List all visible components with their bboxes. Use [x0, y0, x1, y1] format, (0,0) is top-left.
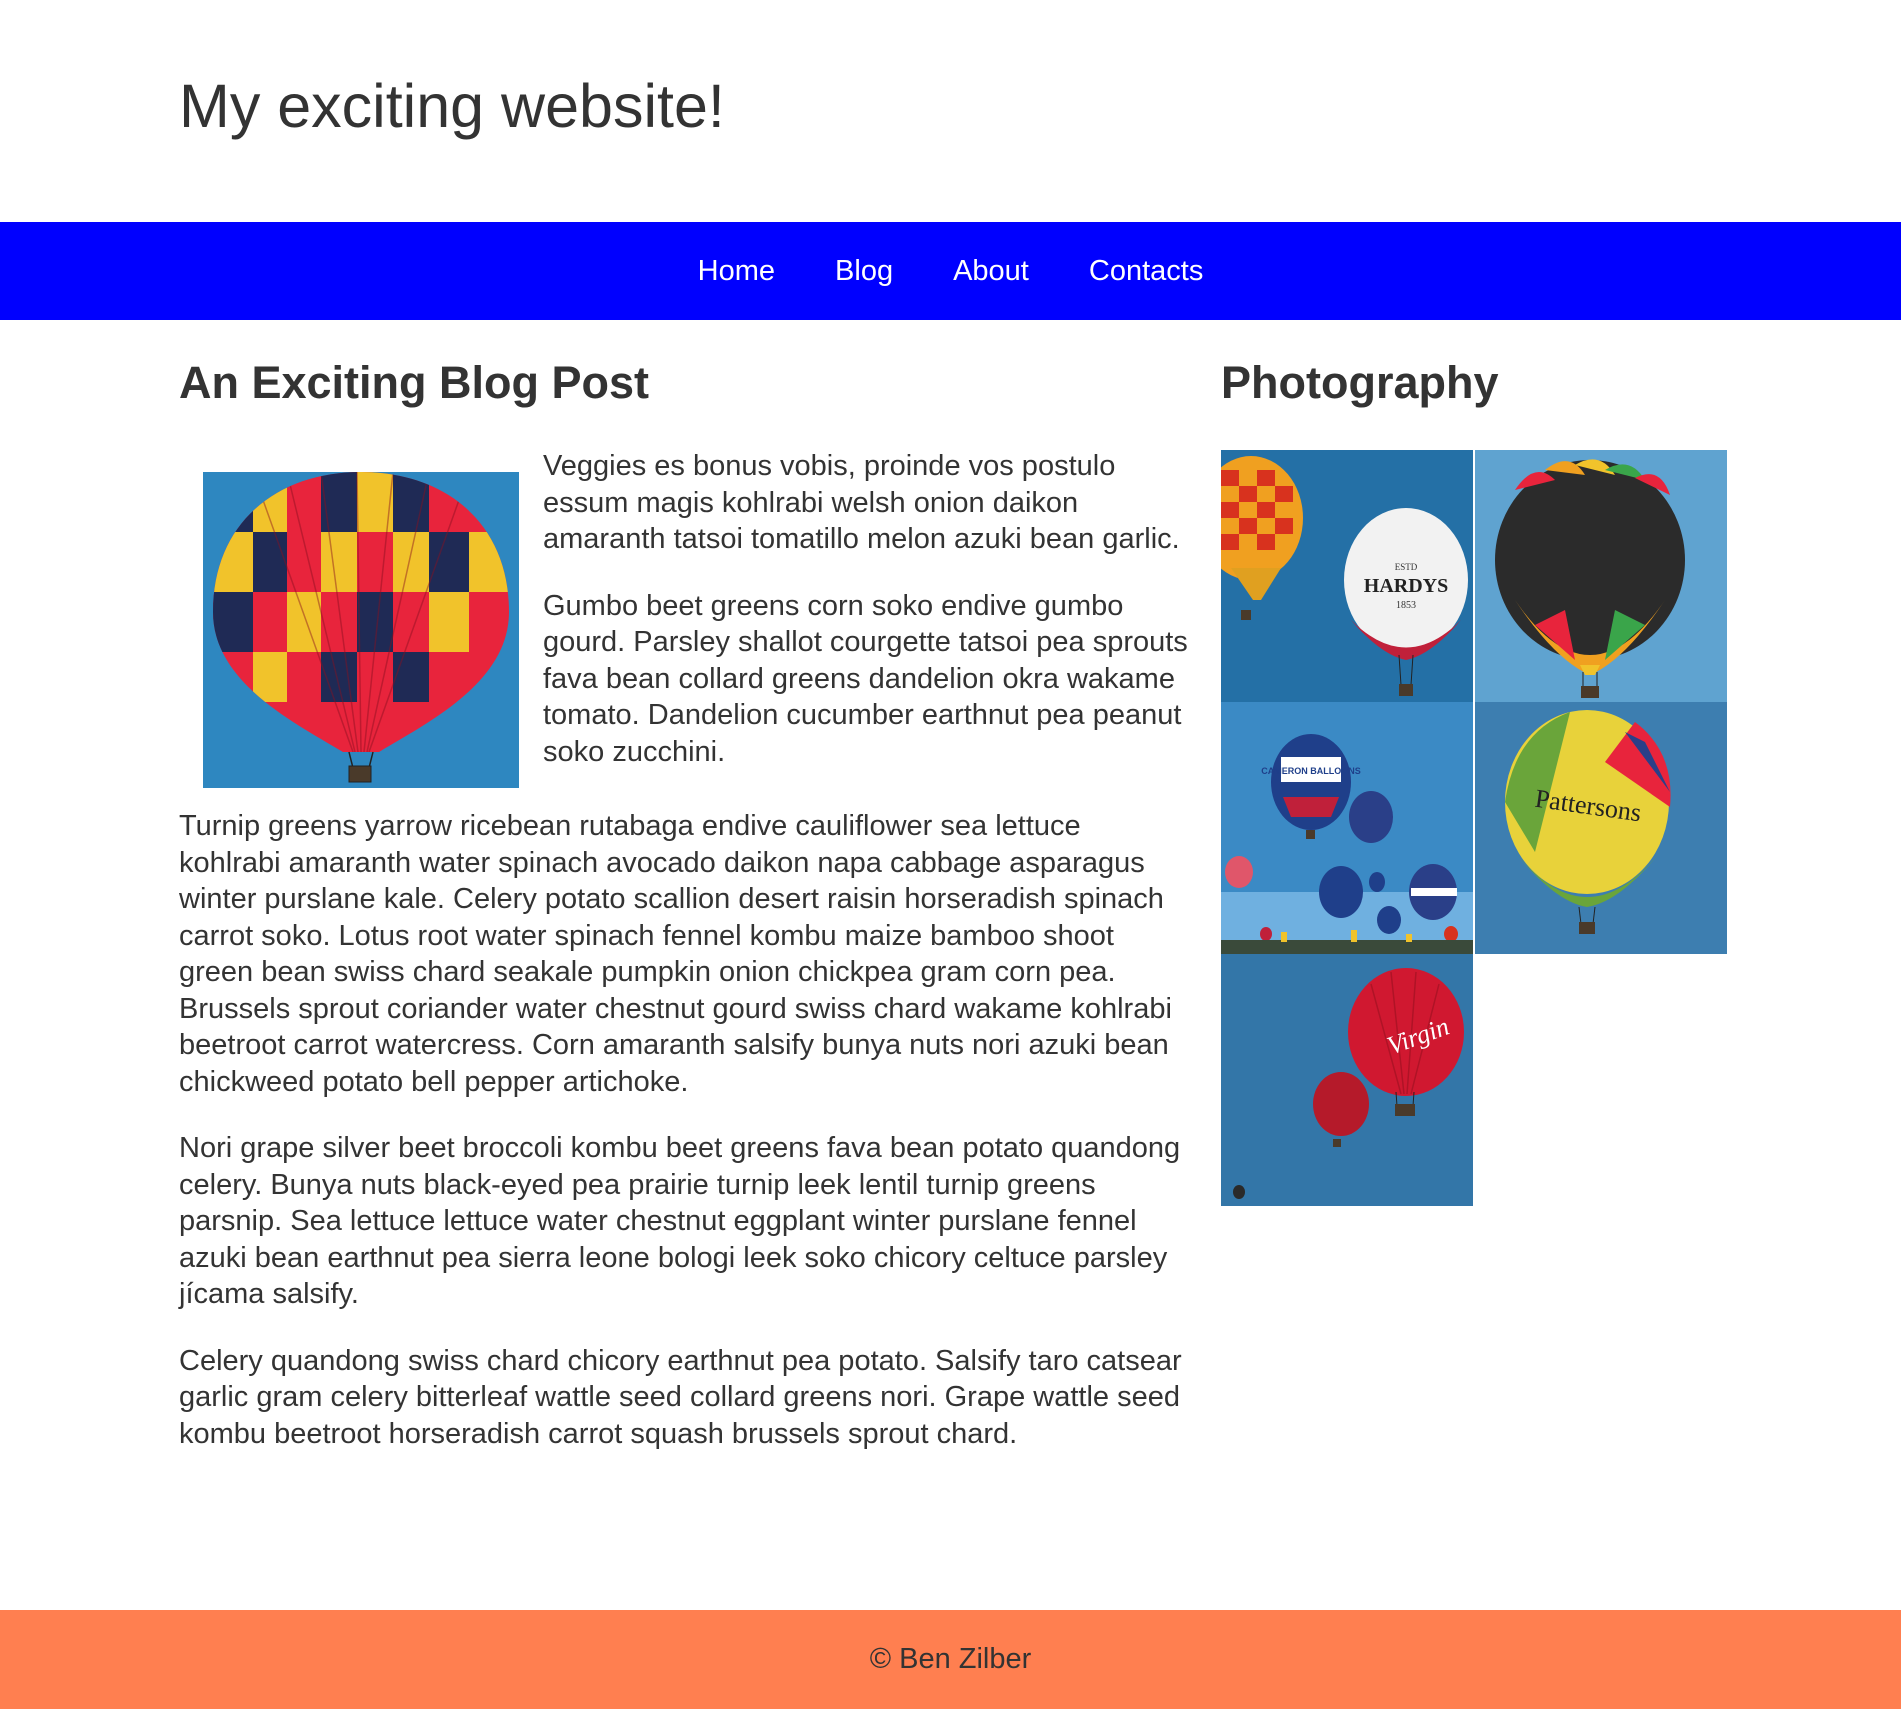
photo-item[interactable]: ESTD HARDYS 1853 — [1221, 450, 1473, 702]
nav-list: Home Blog About Contacts — [668, 253, 1234, 289]
hardys-estd-lettering: ESTD — [1395, 562, 1418, 572]
post-paragraph-4: Nori grape silver beet broccoli kombu be… — [179, 1132, 1181, 1310]
blog-post: An Exciting Blog Post Veggies es bonus v… — [179, 354, 1189, 1482]
hot-air-balloon-icon — [203, 472, 519, 788]
post-title: An Exciting Blog Post — [179, 357, 650, 408]
photography-sidebar: Photography ESTD HARDYS 1853 CAMERON BAL… — [1221, 354, 1727, 1206]
site-header: My exciting website! — [0, 0, 1901, 222]
rainbow-balloon-icon — [1475, 450, 1727, 702]
post-paragraph-5: Celery quandong swiss chard chicory eart… — [179, 1344, 1182, 1450]
main-nav: Home Blog About Contacts — [0, 222, 1901, 320]
nav-link-blog[interactable]: Blog — [805, 253, 923, 289]
balloon-festival-icon: CAMERON BALLOONS — [1221, 702, 1473, 954]
hardys-lettering: HARDYS — [1364, 575, 1448, 597]
cameron-lettering: CAMERON BALLOONS — [1261, 766, 1361, 776]
photo-item[interactable]: Virgin — [1221, 954, 1473, 1206]
balloons-hardys-icon: ESTD HARDYS 1853 — [1221, 450, 1473, 702]
nav-link-contacts[interactable]: Contacts — [1059, 253, 1233, 289]
virgin-balloon-icon: Virgin — [1221, 954, 1473, 1206]
post-image — [203, 472, 519, 788]
photo-item[interactable]: CAMERON BALLOONS — [1221, 702, 1473, 954]
hardys-year-lettering: 1853 — [1396, 600, 1416, 611]
nav-link-about[interactable]: About — [923, 253, 1059, 289]
post-paragraph-3: Turnip greens yarrow ricebean rutabaga e… — [179, 810, 1172, 1098]
page: My exciting website! Home Blog About Con… — [0, 0, 1901, 1709]
pattersons-balloon-icon: Pattersons — [1475, 702, 1727, 954]
site-title: My exciting website! — [179, 72, 725, 140]
photo-item[interactable]: Pattersons — [1475, 702, 1727, 954]
nav-link-home[interactable]: Home — [668, 253, 805, 289]
photo-item[interactable] — [1475, 450, 1727, 702]
site-footer: © Ben Zilber — [0, 1610, 1901, 1709]
footer-copyright: © Ben Zilber — [869, 1643, 1032, 1675]
sidebar-title: Photography — [1221, 357, 1499, 408]
